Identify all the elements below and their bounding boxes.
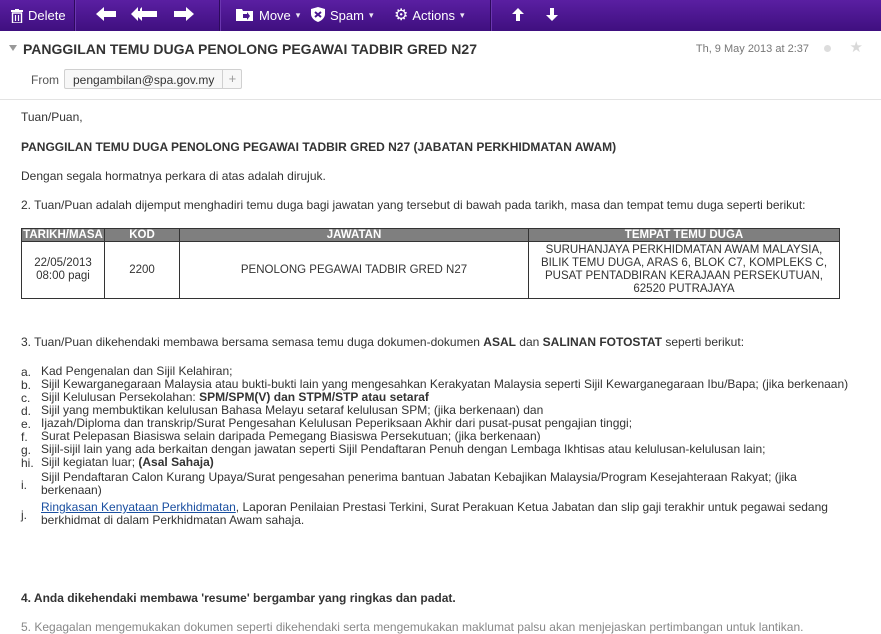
- list-marker: a.: [21, 365, 32, 379]
- p3-text: dan: [515, 335, 543, 349]
- list-item-text: Sijil kegiatan luar; (Asal Sahaja): [41, 456, 861, 469]
- add-contact-button[interactable]: +: [222, 70, 241, 88]
- delete-button[interactable]: Delete: [0, 0, 74, 31]
- shield-icon: [311, 6, 325, 25]
- venue-line: PUSAT PENTADBIRAN KERAJAAN PERSEKUTUAN,: [545, 270, 823, 282]
- greeting: Tuan/Puan,: [21, 110, 83, 124]
- list-item-text-line: berkenaan): [41, 483, 102, 497]
- p3-text: seperti berikut:: [661, 335, 745, 349]
- interview-table: TARIKH/MASA KOD JAWATAN TEMPAT TEMU DUGA…: [21, 228, 840, 299]
- star-icon[interactable]: ★: [850, 38, 863, 56]
- paragraph-2: 2. Tuan/Puan adalah dijemput menghadiri …: [21, 198, 806, 212]
- reply-button[interactable]: [87, 0, 124, 31]
- list-item-text-line: , Laporan Penilaian Prestasi Terkini, Su…: [235, 500, 828, 514]
- forward-button[interactable]: [164, 0, 204, 31]
- p3-text: 3. Tuan/Puan dikehendaki membawa bersama…: [21, 335, 484, 349]
- forward-icon: [174, 7, 194, 24]
- table-header: KOD: [104, 228, 180, 242]
- list-item-bold: SPM/SPM(V) dan STPM/STP atau setaraf: [199, 390, 429, 404]
- chevron-down-icon: ▾: [459, 10, 465, 20]
- list-item-text: Sijil Pendaftaran Calon Kurang Upaya/Sur…: [41, 471, 861, 497]
- reference-paragraph: Dengan segala hormatnya perkara di atas …: [21, 169, 326, 183]
- table-cell-tempat: SURUHANJAYA PERKHIDMATAN AWAM MALAYSIA, B…: [528, 241, 840, 299]
- from-row: From pengambilan@spa.gov.my +: [0, 67, 881, 93]
- collapse-triangle-icon[interactable]: [9, 45, 17, 51]
- sender-email[interactable]: pengambilan@spa.gov.my: [65, 70, 222, 88]
- chevron-down-icon: ▾: [368, 10, 374, 20]
- reply-icon: [95, 7, 116, 24]
- list-marker: i.: [21, 478, 27, 492]
- list-marker: c.: [21, 391, 31, 405]
- table-cell-jawatan: PENOLONG PEGAWAI TADBIR GRED N27: [179, 241, 529, 299]
- from-label: From: [31, 73, 59, 87]
- list-item-text: Ringkasan Kenyataan Perkhidmatan, Lapora…: [41, 501, 861, 527]
- list-item-text-line: berkhidmat di dalam Perkhidmatan Awam sa…: [41, 513, 305, 527]
- venue-line: 62520 PUTRAJAYA: [633, 283, 735, 295]
- message-header: PANGGILAN TEMU DUGA PENOLONG PEGAWAI TAD…: [0, 38, 881, 63]
- message-date: Th, 9 May 2013 at 2:37: [695, 43, 809, 55]
- read-status-dot-icon[interactable]: [824, 45, 831, 52]
- next-message-button[interactable]: [537, 0, 567, 31]
- venue-line: SURUHANJAYA PERKHIDMATAN AWAM MALAYSIA,: [545, 244, 823, 256]
- letter-heading: PANGGILAN TEMU DUGA PENOLONG PEGAWAI TAD…: [21, 140, 617, 154]
- list-marker: g.: [21, 443, 32, 457]
- table-row: 22/05/2013 08:00 pagi 2200 PENOLONG PEGAW…: [21, 241, 840, 299]
- trash-icon: [11, 8, 23, 23]
- table-cell-date: 22/05/2013 08:00 pagi: [21, 241, 105, 299]
- spam-button[interactable]: Spam ▾: [311, 0, 394, 31]
- paragraph-4: 4. Anda dikehendaki membawa 'resume' ber…: [21, 591, 456, 605]
- toolbar-divider: [490, 0, 491, 31]
- header-divider: [0, 99, 881, 100]
- toolbar-divider: [74, 0, 75, 31]
- chevron-down-icon: ▾: [295, 10, 301, 20]
- list-marker: j.: [21, 508, 27, 522]
- message-subject: PANGGILAN TEMU DUGA PENOLONG PEGAWAI TAD…: [23, 41, 477, 57]
- actions-button[interactable]: ⚙ Actions ▾: [394, 0, 490, 31]
- folder-icon: [236, 8, 253, 24]
- list-marker: b.: [21, 378, 32, 392]
- sender-chip[interactable]: pengambilan@spa.gov.my +: [64, 69, 243, 89]
- interview-time: 08:00 pagi: [36, 270, 90, 282]
- venue-line: BILIK TEMU DUGA, ARAS 6, BLOK C7, KOMPLE…: [540, 257, 828, 269]
- reply-all-button[interactable]: [124, 0, 164, 31]
- list-item-bold: (Asal Sahaja): [138, 455, 214, 469]
- list-item-text-part: Sijil kegiatan luar;: [41, 455, 139, 469]
- move-button[interactable]: Move ▾: [220, 0, 311, 31]
- p3-bold-salinan: SALINAN FOTOSTAT: [542, 335, 662, 349]
- arrow-up-icon: [512, 7, 524, 24]
- toolbar: Delete Move ▾ Spam ▾ ⚙ Actions ▾: [0, 0, 881, 31]
- list-marker: e.: [21, 417, 32, 431]
- table-header: TEMPAT TEMU DUGA: [528, 228, 840, 242]
- previous-message-button[interactable]: [499, 0, 537, 31]
- table-header: JAWATAN: [179, 228, 529, 242]
- interview-date: 22/05/2013: [34, 257, 92, 269]
- list-marker: f.: [21, 430, 28, 444]
- paragraph-5: 5. Kegagalan mengemukakan dokumen sepert…: [21, 620, 804, 634]
- list-item-text-part: Sijil Kelulusan Persekolahan:: [41, 390, 200, 404]
- list-item-text-line: Sijil Pendaftaran Calon Kurang Upaya/Sur…: [41, 470, 797, 484]
- arrow-down-icon: [546, 7, 558, 24]
- list-marker: d.: [21, 404, 32, 418]
- ringkasan-kenyataan-link[interactable]: Ringkasan Kenyataan Perkhidmatan: [41, 500, 236, 514]
- actions-label: Actions: [412, 8, 455, 23]
- p3-bold-asal: ASAL: [483, 335, 516, 349]
- move-label: Move: [259, 8, 291, 23]
- spam-label: Spam: [330, 8, 364, 23]
- reply-all-icon: [131, 7, 157, 24]
- delete-label: Delete: [28, 8, 66, 23]
- table-header: TARIKH/MASA: [21, 228, 105, 242]
- list-marker: hi.: [21, 456, 34, 470]
- paragraph-3: 3. Tuan/Puan dikehendaki membawa bersama…: [21, 335, 744, 349]
- gear-icon: ⚙: [394, 6, 409, 24]
- table-cell-kod: 2200: [104, 241, 180, 299]
